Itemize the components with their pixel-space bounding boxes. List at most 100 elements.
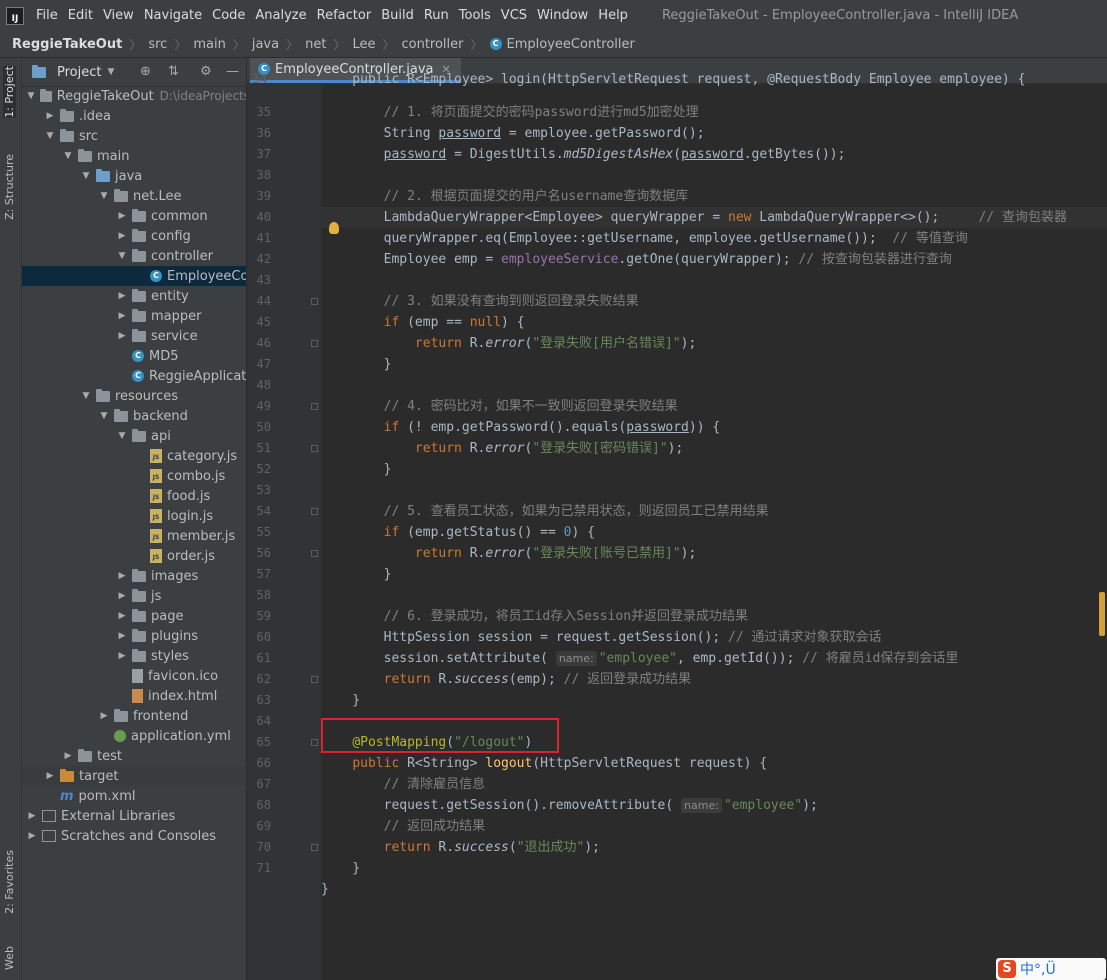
tree-item[interactable]: JS food.js [22,486,246,506]
tree-item[interactable]: ▼ backend [22,406,246,426]
fold-marker-icon[interactable] [311,550,318,557]
collapse-all-icon[interactable]: ⇅ [168,64,179,79]
menu-refactor[interactable]: Refactor [313,8,378,23]
chevron-down-icon[interactable]: ▼ [26,91,36,101]
chevron-right-icon[interactable]: ▶ [116,211,128,221]
chevron-right-icon[interactable]: ▶ [62,751,74,761]
tree-item[interactable]: ▶ config [22,226,246,246]
menu-window[interactable]: Window [533,8,594,23]
gear-icon[interactable]: ⚙ [200,64,212,79]
chevron-down-icon[interactable]: ▼ [80,391,92,401]
tree-item[interactable]: ▶ images [22,566,246,586]
breadcrumb-item[interactable]: main [193,37,225,52]
breadcrumb-item[interactable]: src [148,37,167,52]
tree-item[interactable]: ▶ test [22,746,246,766]
chevron-right-icon[interactable]: ▶ [116,231,128,241]
chevron-down-icon[interactable]: ▼ [116,431,128,441]
project-panel-title[interactable]: Project [57,65,101,80]
menu-code[interactable]: Code [208,8,251,23]
tree-item[interactable]: ▼ controller [22,246,246,266]
scrollbar-marker[interactable] [1099,592,1105,636]
chevron-right-icon[interactable]: ▶ [116,331,128,341]
menu-file[interactable]: File [32,8,64,23]
tree-item[interactable]: JS category.js [22,446,246,466]
tree-item[interactable]: ▶ .idea [22,106,246,126]
menu-run[interactable]: Run [420,8,455,23]
menu-edit[interactable]: Edit [64,8,99,23]
tree-item[interactable]: application.yml [22,726,246,746]
fold-marker-icon[interactable] [311,844,318,851]
tree-item[interactable]: ▶ common [22,206,246,226]
breadcrumb-item[interactable]: net [305,37,326,52]
fold-marker-icon[interactable] [311,403,318,410]
tree-item[interactable]: ▶ Scratches and Consoles [22,826,246,846]
tab-structure-tool[interactable]: Z: Structure [3,154,16,220]
tree-item[interactable]: ▼ net.Lee [22,186,246,206]
tree-item[interactable]: ▶ service [22,326,246,346]
chevron-right-icon[interactable]: ▶ [116,291,128,301]
tree-item[interactable]: ▶ frontend [22,706,246,726]
fold-marker-icon[interactable] [311,739,318,746]
breadcrumb-item[interactable]: ReggieTakeOut [12,37,122,52]
code-area[interactable]: public R<Employee> login(HttpServletRequ… [321,72,1107,980]
chevron-right-icon[interactable]: ▶ [116,571,128,581]
chevron-down-icon[interactable]: ▼ [98,411,110,421]
menu-analyze[interactable]: Analyze [251,8,312,23]
fold-marker-icon[interactable] [311,298,318,305]
tree-item[interactable]: ▼ ReggieTakeOut D:\ideaProjects [22,86,246,106]
tree-item[interactable]: m pom.xml [22,786,246,806]
tree-item[interactable]: ▶ entity [22,286,246,306]
menu-build[interactable]: Build [377,8,420,23]
tree-item[interactable]: ▶ js [22,586,246,606]
tree-item[interactable]: C EmployeeController [22,266,246,286]
menu-help[interactable]: Help [594,8,634,23]
tree-item[interactable]: ▶ plugins [22,626,246,646]
tree-item[interactable]: ▶ target [22,766,246,786]
menu-navigate[interactable]: Navigate [140,8,208,23]
fold-marker-icon[interactable] [311,508,318,515]
chevron-down-icon[interactable]: ▼ [107,67,114,77]
tree-item[interactable]: C MD5 [22,346,246,366]
tree-item[interactable]: ▶ External Libraries [22,806,246,826]
chevron-right-icon[interactable]: ▶ [44,771,56,781]
tree-item[interactable]: C ReggieApplication [22,366,246,386]
tree-item[interactable]: ▶ styles [22,646,246,666]
chevron-right-icon[interactable]: ▶ [26,811,38,821]
tab-favorites-tool[interactable]: 2: Favorites [3,850,16,914]
tree-item[interactable]: ▼ api [22,426,246,446]
chevron-right-icon[interactable]: ▶ [98,711,110,721]
chevron-down-icon[interactable]: ▼ [62,151,74,161]
menu-view[interactable]: View [99,8,140,23]
chevron-right-icon[interactable]: ▶ [116,631,128,641]
locate-icon[interactable]: ⊕ [140,64,151,79]
menu-vcs[interactable]: VCS [497,8,533,23]
chevron-right-icon[interactable]: ▶ [116,311,128,321]
tree-item[interactable]: JS order.js [22,546,246,566]
tree-item[interactable]: JS combo.js [22,466,246,486]
ime-toolbar[interactable]: S 中°,Ü [996,958,1106,980]
chevron-down-icon[interactable]: ▼ [80,171,92,181]
chevron-right-icon[interactable]: ▶ [26,831,38,841]
tab-web-tool[interactable]: Web [3,946,16,970]
tree-item[interactable]: favicon.ico [22,666,246,686]
fold-marker-icon[interactable] [311,676,318,683]
chevron-down-icon[interactable]: ▼ [98,191,110,201]
chevron-right-icon[interactable]: ▶ [44,111,56,121]
chevron-right-icon[interactable]: ▶ [116,651,128,661]
tree-item[interactable]: ▼ java [22,166,246,186]
chevron-down-icon[interactable]: ▼ [116,251,128,261]
fold-marker-icon[interactable] [311,340,318,347]
breadcrumb-item[interactable]: java [252,37,279,52]
tree-item[interactable]: JS login.js [22,506,246,526]
tree-item[interactable]: index.html [22,686,246,706]
chevron-down-icon[interactable]: ▼ [44,131,56,141]
tab-project-tool[interactable]: 1: Project [3,66,16,118]
chevron-right-icon[interactable]: ▶ [116,611,128,621]
breadcrumb-item[interactable]: C EmployeeController [489,37,635,52]
tree-item[interactable]: ▼ resources [22,386,246,406]
tree-item[interactable]: ▼ src [22,126,246,146]
tree-item[interactable]: ▼ main [22,146,246,166]
fold-marker-icon[interactable] [311,445,318,452]
breadcrumb-item[interactable]: Lee [352,37,375,52]
breadcrumb-item[interactable]: controller [401,37,463,52]
